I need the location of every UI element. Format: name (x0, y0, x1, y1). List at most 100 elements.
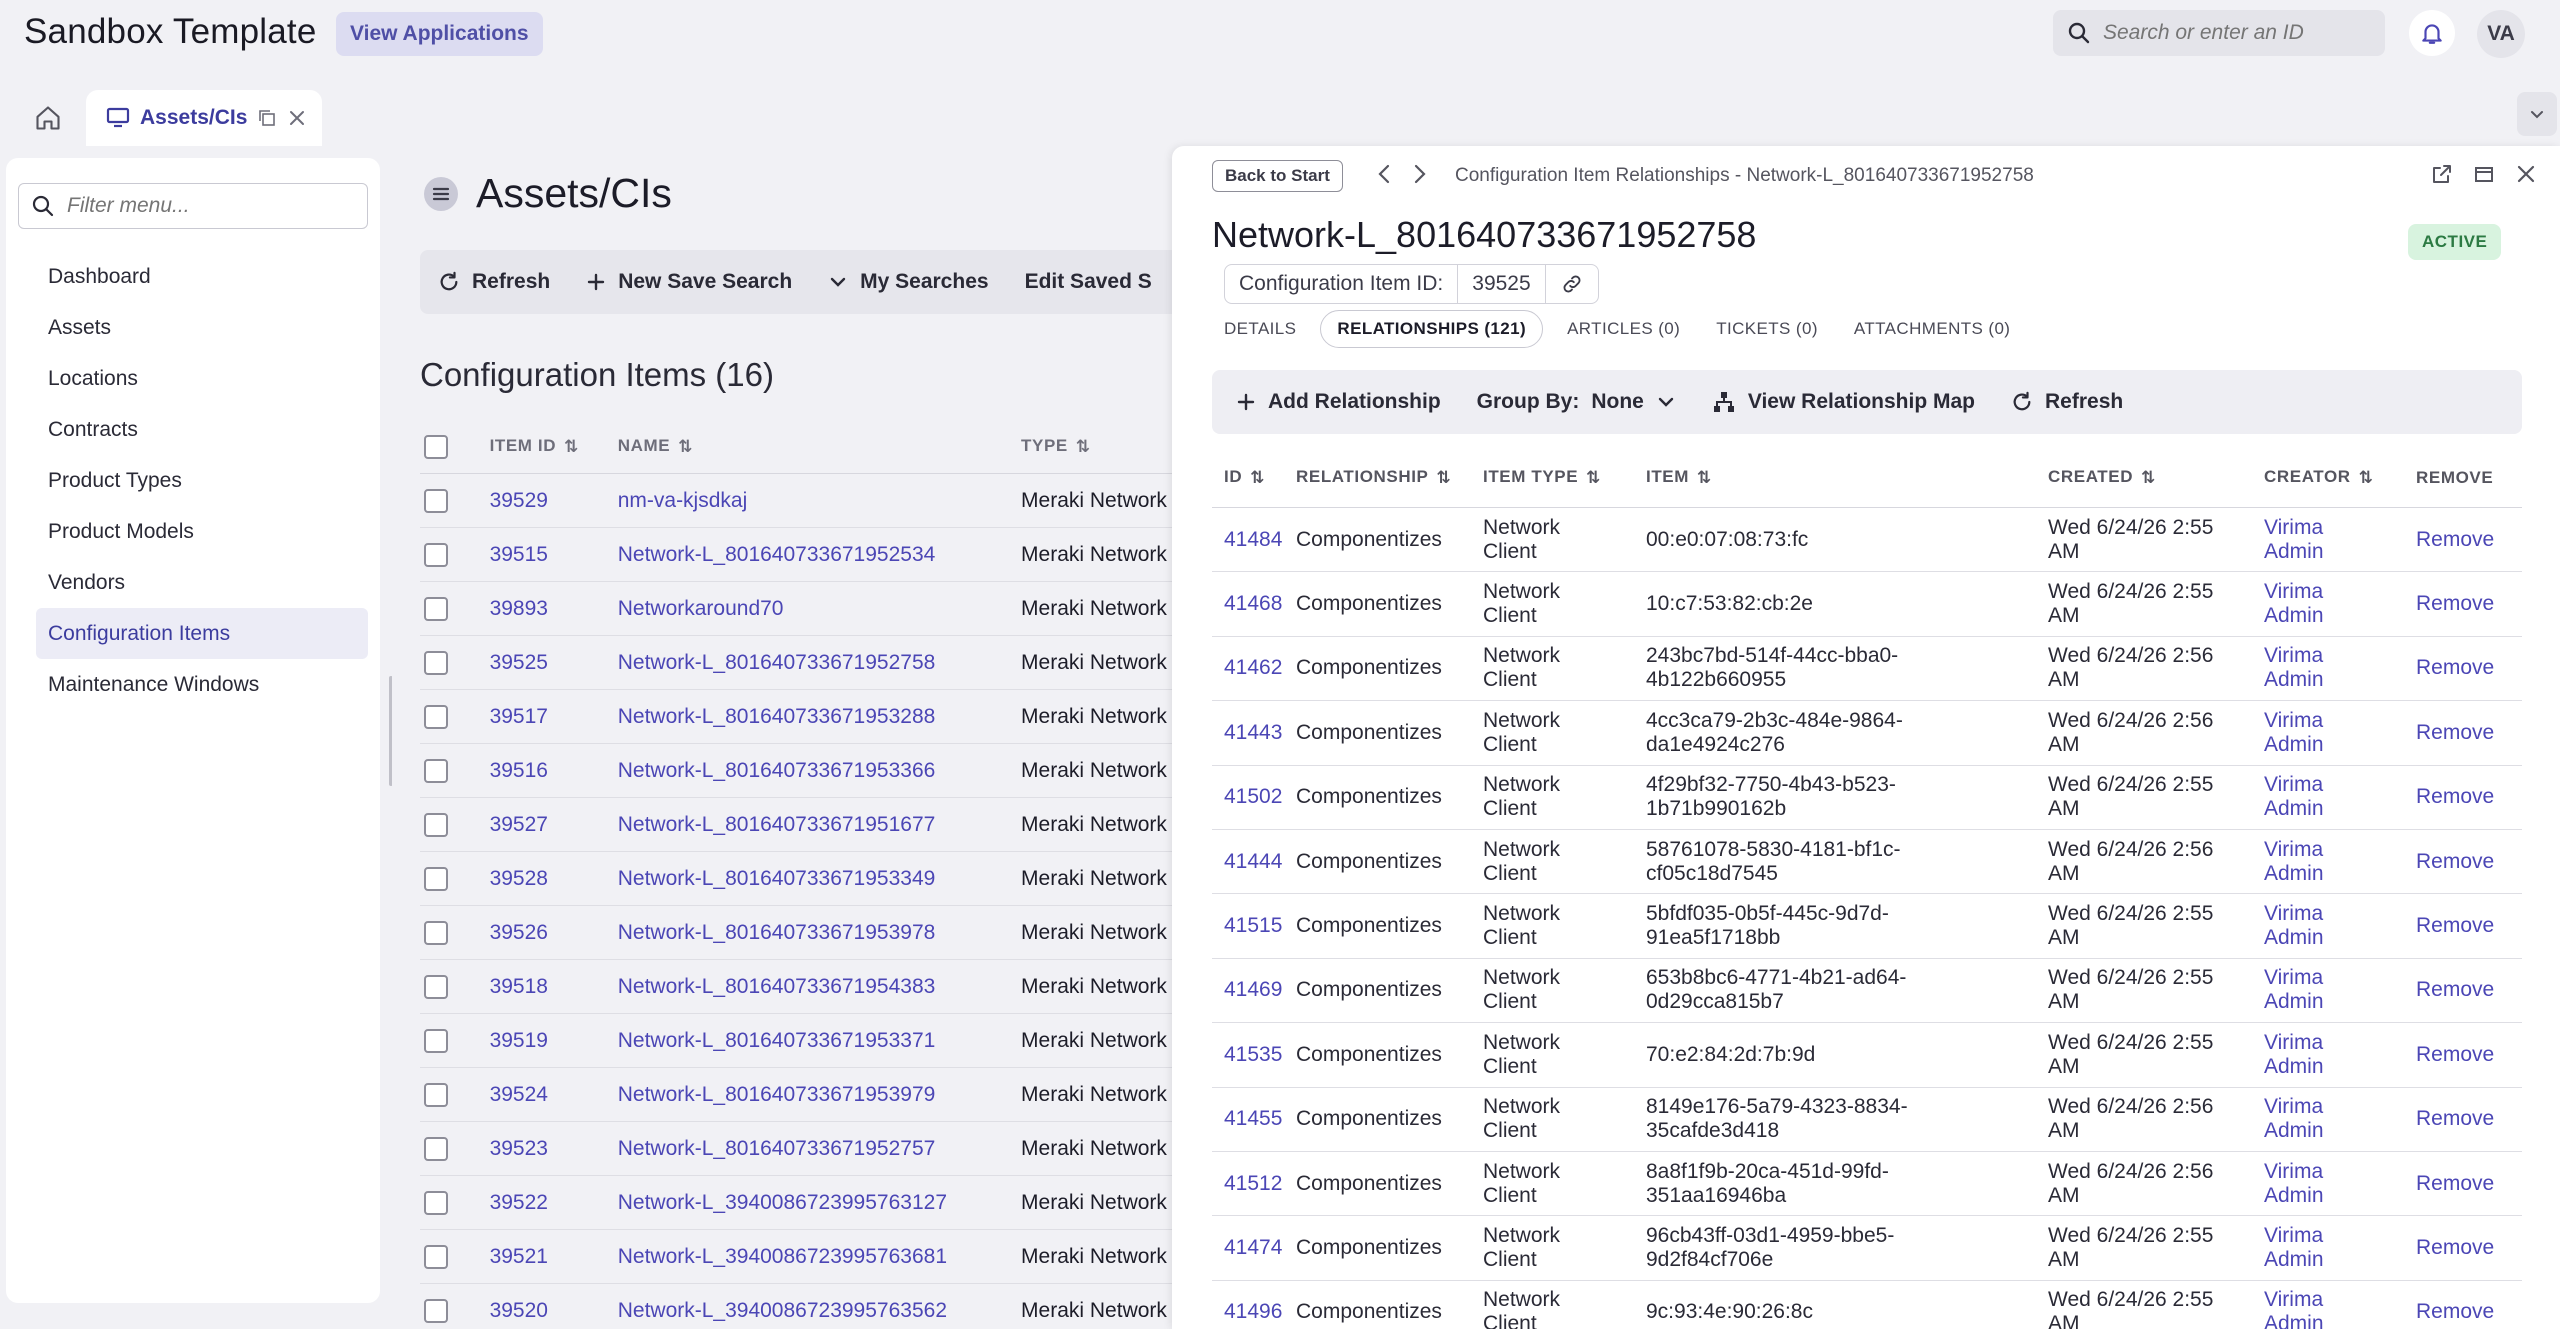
remove-link[interactable]: Remove (2416, 978, 2516, 1002)
open-external-icon[interactable] (2430, 162, 2454, 186)
item-name-link[interactable]: Network-L_801640733671953979 (618, 1083, 1021, 1107)
chevron-right-icon[interactable] (1408, 162, 1430, 186)
item-name-link[interactable]: Network-L_801640733671952534 (618, 543, 1021, 567)
item-name-link[interactable]: Network-L_3940086723995763681 (618, 1245, 1021, 1269)
relationship-id-link[interactable]: 41535 (1212, 1043, 1296, 1067)
sort-icon[interactable]: ⇅ (1437, 468, 1452, 488)
tab-relationships[interactable]: RELATIONSHIPS (121) (1320, 310, 1544, 348)
table-row[interactable]: 39529 nm-va-kjsdkaj Meraki Network (420, 474, 1180, 528)
item-id-link[interactable]: 39524 (490, 1083, 618, 1107)
creator-link[interactable]: Virima Admin (2264, 580, 2416, 628)
remove-link[interactable]: Remove (2416, 1043, 2516, 1067)
table-row[interactable]: 39524 Network-L_801640733671953979 Meraki … (420, 1068, 1180, 1122)
item-id-link[interactable]: 39522 (490, 1191, 618, 1215)
table-row[interactable]: 39516 Network-L_801640733671953366 Meraki … (420, 744, 1180, 798)
column-header-type[interactable]: TYPE ⇅ (1021, 436, 1180, 457)
item-id-link[interactable]: 39527 (490, 813, 618, 837)
creator-link[interactable]: Virima Admin (2264, 902, 2416, 950)
table-row[interactable]: 39519 Network-L_801640733671953371 Meraki … (420, 1014, 1180, 1068)
duplicate-tab-icon[interactable] (257, 108, 277, 128)
remove-link[interactable]: Remove (2416, 592, 2516, 616)
item-name-link[interactable]: Network-L_801640733671953366 (618, 759, 1021, 783)
sort-icon[interactable]: ⇅ (2141, 466, 2156, 490)
minimize-panel-icon[interactable] (2472, 162, 2496, 186)
item-id-link[interactable]: 39517 (490, 705, 618, 729)
row-checkbox[interactable] (424, 542, 448, 567)
relationship-id-link[interactable]: 41443 (1212, 721, 1296, 745)
global-search-input[interactable] (2103, 21, 2363, 45)
item-id-link[interactable]: 39515 (490, 543, 618, 567)
back-to-start-button[interactable]: Back to Start (1212, 160, 1343, 192)
item-name-link[interactable]: Network-L_3940086723995763127 (618, 1191, 1021, 1215)
remove-link[interactable]: Remove (2416, 1300, 2516, 1324)
sidebar-item-dashboard[interactable]: Dashboard (36, 251, 368, 302)
column-header-item[interactable]: ITEM ⇅ (1646, 465, 2048, 490)
row-checkbox[interactable] (424, 920, 448, 945)
sidebar-item-product-models[interactable]: Product Models (36, 506, 368, 557)
creator-link[interactable]: Virima Admin (2264, 709, 2416, 757)
relationship-id-link[interactable]: 41469 (1212, 978, 1296, 1002)
item-name-link[interactable]: nm-va-kjsdkaj (618, 489, 1021, 513)
item-name-link[interactable]: Networkaround70 (618, 597, 1021, 621)
table-row[interactable]: 39520 Network-L_3940086723995763562 Meraki… (420, 1284, 1180, 1329)
tab-tickets[interactable]: TICKETS (0) (1704, 310, 1830, 348)
global-search[interactable] (2053, 10, 2385, 56)
column-header-relationship[interactable]: RELATIONSHIP ⇅ (1296, 467, 1483, 488)
remove-link[interactable]: Remove (2416, 1236, 2516, 1260)
row-checkbox[interactable] (424, 704, 448, 729)
close-icon[interactable] (2514, 162, 2538, 186)
table-row[interactable]: 39521 Network-L_3940086723995763681 Meraki… (420, 1230, 1180, 1284)
table-row[interactable]: 39517 Network-L_801640733671953288 Meraki … (420, 690, 1180, 744)
item-id-link[interactable]: 39519 (490, 1029, 618, 1053)
column-header-created[interactable]: CREATED ⇅ (2048, 465, 2264, 490)
item-id-link[interactable]: 39526 (490, 921, 618, 945)
row-checkbox[interactable] (424, 1298, 448, 1323)
creator-link[interactable]: Virima Admin (2264, 1160, 2416, 1208)
table-row[interactable]: 39527 Network-L_801640733671951677 Meraki … (420, 798, 1180, 852)
row-checkbox[interactable] (424, 650, 448, 675)
tab-articles[interactable]: ARTICLES (0) (1555, 310, 1692, 348)
sidebar-item-maintenance-windows[interactable]: Maintenance Windows (36, 659, 368, 710)
creator-link[interactable]: Virima Admin (2264, 966, 2416, 1014)
relationship-id-link[interactable]: 41496 (1212, 1300, 1296, 1324)
tab-attachments[interactable]: ATTACHMENTS (0) (1842, 310, 2022, 348)
table-row[interactable]: 39526 Network-L_801640733671953978 Meraki … (420, 906, 1180, 960)
refresh-button[interactable]: Refresh (438, 270, 550, 294)
notifications-button[interactable] (2409, 10, 2455, 56)
remove-link[interactable]: Remove (2416, 785, 2516, 809)
select-all-checkbox[interactable] (424, 434, 448, 459)
relationship-id-link[interactable]: 41468 (1212, 592, 1296, 616)
sort-icon[interactable]: ⇅ (1586, 466, 1601, 490)
column-header-id[interactable]: ID ⇅ (1212, 467, 1296, 488)
sort-icon[interactable]: ⇅ (1697, 466, 1712, 490)
item-name-link[interactable]: Network-L_801640733671951677 (618, 813, 1021, 837)
row-checkbox[interactable] (424, 1244, 448, 1269)
sidebar-item-locations[interactable]: Locations (36, 353, 368, 404)
table-row[interactable]: 39518 Network-L_801640733671954383 Meraki … (420, 960, 1180, 1014)
view-applications-button[interactable]: View Applications (336, 12, 543, 56)
creator-link[interactable]: Virima Admin (2264, 1031, 2416, 1079)
item-name-link[interactable]: Network-L_801640733671953371 (618, 1029, 1021, 1053)
sort-icon[interactable]: ⇅ (678, 437, 693, 457)
edit-saved-search-button[interactable]: Edit Saved S (1025, 270, 1152, 294)
column-header-item-type[interactable]: ITEM TYPE ⇅ (1483, 465, 1646, 490)
sort-icon[interactable]: ⇅ (1076, 437, 1091, 457)
table-row[interactable]: 39528 Network-L_801640733671953349 Meraki … (420, 852, 1180, 906)
tabs-menu-button[interactable] (2517, 92, 2557, 136)
add-relationship-button[interactable]: Add Relationship (1236, 390, 1441, 414)
relationship-id-link[interactable]: 41455 (1212, 1107, 1296, 1131)
item-id-link[interactable]: 39529 (490, 489, 618, 513)
panel-refresh-button[interactable]: Refresh (2011, 390, 2123, 414)
item-name-link[interactable]: Network-L_801640733671952757 (618, 1137, 1021, 1161)
row-checkbox[interactable] (424, 488, 448, 513)
item-name-link[interactable]: Network-L_801640733671953288 (618, 705, 1021, 729)
row-checkbox[interactable] (424, 596, 448, 621)
user-avatar[interactable]: VA (2477, 10, 2525, 58)
sidebar-item-assets[interactable]: Assets (36, 302, 368, 353)
row-checkbox[interactable] (424, 758, 448, 783)
filter-menu-input[interactable] (67, 194, 357, 218)
relationship-id-link[interactable]: 41512 (1212, 1172, 1296, 1196)
page-menu-button[interactable] (424, 176, 458, 211)
relationship-id-link[interactable]: 41515 (1212, 914, 1296, 938)
remove-link[interactable]: Remove (2416, 914, 2516, 938)
